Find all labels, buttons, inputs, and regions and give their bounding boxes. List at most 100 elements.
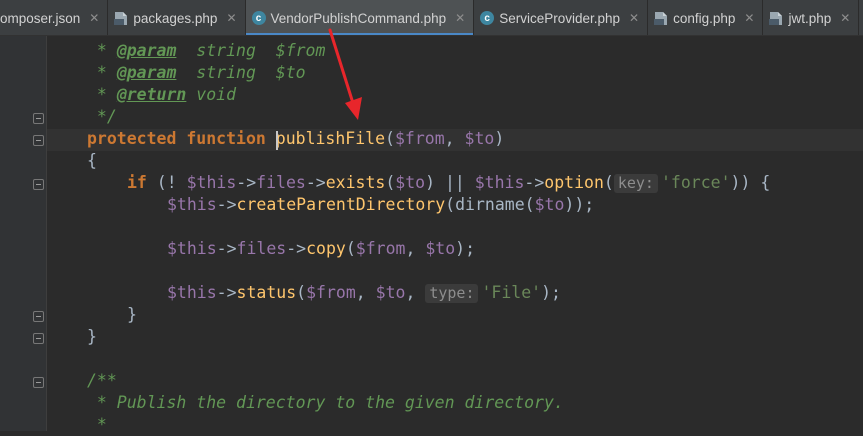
tab-4[interactable]: config.php ✕ bbox=[648, 0, 764, 35]
operator: -> bbox=[524, 173, 545, 192]
method-call: status bbox=[236, 283, 297, 302]
property: files bbox=[236, 239, 287, 258]
editor-gutter bbox=[0, 36, 47, 431]
php-class-icon: c bbox=[251, 11, 266, 25]
parameter-hint: type: bbox=[425, 284, 479, 303]
code-line-2[interactable]: * @param string $to bbox=[87, 62, 306, 84]
keyword: function bbox=[186, 129, 266, 148]
variable: $to bbox=[375, 283, 406, 302]
doc-text: * bbox=[87, 63, 117, 82]
fold-toggle-icon[interactable] bbox=[33, 113, 44, 124]
code-line-8[interactable]: $this->createParentDirectory(dirname($to… bbox=[167, 194, 594, 216]
punctuation: , bbox=[444, 129, 465, 148]
fold-toggle-icon[interactable] bbox=[33, 377, 44, 388]
code-line-11[interactable]: } bbox=[127, 304, 137, 326]
doc-tag: @param bbox=[116, 41, 177, 60]
tab-1[interactable]: packages.php ✕ bbox=[108, 0, 246, 35]
variable: $from bbox=[394, 129, 445, 148]
brace: } bbox=[127, 305, 137, 324]
editor-tab-bar: omposer.json ✕ packages.php ✕ c VendorPublish… bbox=[0, 0, 863, 36]
brace: { bbox=[87, 151, 97, 170]
punctuation: ( bbox=[385, 129, 395, 148]
variable: $this bbox=[186, 173, 237, 192]
code-line-14[interactable]: * Publish the directory to the given dir… bbox=[87, 392, 564, 414]
code-editor[interactable]: * @param string $from * @param string $t… bbox=[47, 36, 863, 434]
code-line-1[interactable]: * @param string $from bbox=[87, 40, 326, 62]
punctuation: ( bbox=[345, 239, 356, 258]
punctuation: )) { bbox=[730, 173, 771, 192]
fold-toggle-icon[interactable] bbox=[33, 135, 44, 146]
close-icon[interactable]: ✕ bbox=[455, 11, 465, 25]
tab-2[interactable]: c VendorPublishCommand.php ✕ bbox=[245, 0, 475, 35]
operator: -> bbox=[286, 239, 307, 258]
code-line-3[interactable]: * @return void bbox=[87, 84, 236, 106]
code-line-9[interactable]: $this->files->copy($from, $to); bbox=[167, 238, 475, 260]
punctuation: ) bbox=[494, 129, 505, 148]
code-line-4[interactable]: */ bbox=[87, 106, 117, 128]
doc-text: * bbox=[87, 85, 117, 104]
method-call: option bbox=[544, 173, 604, 192]
string-literal: 'force' bbox=[660, 173, 731, 192]
variable: $from bbox=[355, 239, 406, 258]
property: files bbox=[256, 173, 306, 192]
tab-5[interactable]: jwt.php ✕ bbox=[763, 0, 860, 35]
doc-text: * bbox=[87, 415, 107, 434]
code-line-10[interactable]: $this->status($from, $to, type: 'File'); bbox=[167, 282, 561, 304]
code-line-15[interactable]: * bbox=[87, 414, 107, 436]
doc-text: /** bbox=[87, 371, 117, 390]
doc-text: * bbox=[87, 41, 117, 60]
doc-text: string $to bbox=[176, 63, 306, 82]
doc-text: void bbox=[186, 85, 237, 104]
doc-tag: @return bbox=[116, 85, 187, 104]
close-icon[interactable]: ✕ bbox=[744, 11, 754, 25]
close-icon[interactable]: ✕ bbox=[629, 11, 639, 25]
php-file-icon bbox=[769, 11, 783, 25]
variable: $to bbox=[395, 173, 426, 192]
code-line-5[interactable]: protected function publishFile($from, $t… bbox=[87, 128, 504, 150]
doc-text: string $from bbox=[176, 41, 326, 60]
variable: $to bbox=[464, 129, 495, 148]
doc-tag: @param bbox=[116, 63, 177, 82]
tab-6[interactable]: cKe bbox=[859, 0, 863, 35]
punctuation: ); bbox=[455, 239, 476, 258]
punctuation: ( bbox=[445, 195, 456, 214]
punctuation: , bbox=[355, 283, 376, 302]
punctuation: (! bbox=[146, 173, 187, 192]
code-line-13[interactable]: /** bbox=[87, 370, 117, 392]
tab-label: ServiceProvider.php bbox=[499, 10, 621, 26]
operator: -> bbox=[216, 195, 237, 214]
close-icon[interactable]: ✕ bbox=[89, 11, 99, 25]
fold-toggle-icon[interactable] bbox=[33, 179, 44, 190]
punctuation: ( bbox=[296, 283, 307, 302]
operator: -> bbox=[216, 239, 237, 258]
code-line-12[interactable]: } bbox=[87, 326, 97, 348]
operator: -> bbox=[216, 283, 237, 302]
tab-0[interactable]: omposer.json ✕ bbox=[0, 0, 109, 35]
string-literal: 'File' bbox=[481, 283, 542, 302]
fold-toggle-icon[interactable] bbox=[33, 311, 44, 322]
php-file-icon bbox=[114, 11, 128, 25]
method-call: createParentDirectory bbox=[236, 195, 446, 214]
punctuation: , bbox=[405, 283, 426, 302]
keyword: protected bbox=[87, 129, 177, 148]
punctuation: ( bbox=[524, 195, 535, 214]
code-line-7[interactable]: if (! $this->files->exists($to) || $this… bbox=[127, 172, 770, 194]
operator: -> bbox=[305, 173, 326, 192]
doc-text: */ bbox=[87, 107, 117, 126]
tab-label: config.php bbox=[673, 10, 736, 26]
punctuation: ) || bbox=[425, 173, 475, 192]
code-line-6[interactable]: { bbox=[87, 150, 97, 172]
variable: $this bbox=[167, 195, 217, 214]
close-icon[interactable]: ✕ bbox=[226, 11, 236, 25]
fold-toggle-icon[interactable] bbox=[33, 333, 44, 344]
close-icon[interactable]: ✕ bbox=[840, 11, 850, 25]
tab-label: omposer.json bbox=[0, 10, 81, 26]
punctuation: ); bbox=[541, 283, 561, 302]
tab-label: jwt.php bbox=[788, 10, 832, 26]
method-call: copy bbox=[306, 239, 346, 258]
doc-text: * Publish the directory to the given dir… bbox=[87, 393, 564, 412]
punctuation: , bbox=[405, 239, 426, 258]
tab-label: VendorPublishCommand.php bbox=[270, 10, 447, 26]
tab-3[interactable]: c ServiceProvider.php ✕ bbox=[474, 0, 649, 35]
function-call: dirname bbox=[455, 195, 525, 214]
